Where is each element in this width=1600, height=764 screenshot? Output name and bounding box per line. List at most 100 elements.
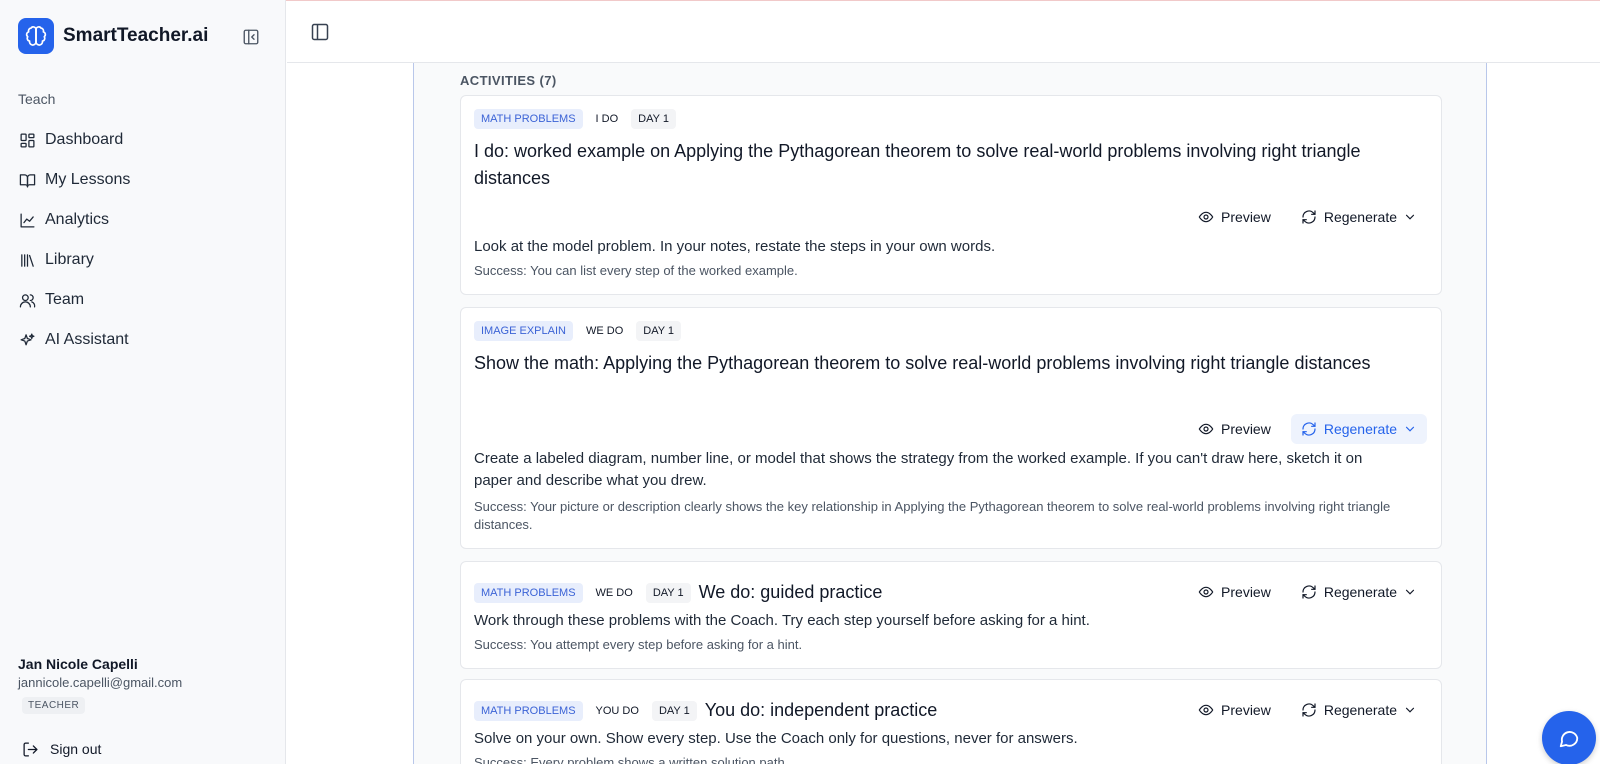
lesson-card: ACTIVITIES (7) MATH PROBLEMS I DO DAY 1 … bbox=[413, 63, 1487, 764]
activity-title: I do: worked example on Applying the Pyt… bbox=[474, 141, 1361, 188]
activity-tags: IMAGE EXPLAIN WE DO DAY 1 bbox=[474, 321, 687, 341]
chevron-down-icon bbox=[1403, 585, 1417, 599]
activity-actions: Preview Regenerate bbox=[1188, 414, 1427, 444]
sidebar-collapse-icon bbox=[243, 29, 259, 45]
preview-label: Preview bbox=[1221, 584, 1271, 600]
preview-button[interactable]: Preview bbox=[1188, 414, 1281, 444]
activity-card: MATH PROBLEMS I DO DAY 1 I do: worked ex… bbox=[460, 95, 1442, 295]
regenerate-button[interactable]: Regenerate bbox=[1291, 202, 1427, 232]
dashboard-icon bbox=[18, 131, 36, 149]
activity-actions: Preview Regenerate bbox=[1188, 695, 1427, 725]
chat-bubble-icon bbox=[1559, 731, 1579, 748]
eye-icon bbox=[1198, 702, 1214, 718]
top-header bbox=[287, 1, 1600, 63]
preview-label: Preview bbox=[1221, 421, 1271, 437]
chevron-down-icon bbox=[1403, 703, 1417, 717]
sidebar-item-analytics[interactable]: Analytics bbox=[18, 200, 268, 240]
activity-success: Success: You can list every step of the … bbox=[474, 263, 798, 278]
activities-heading: ACTIVITIES (7) bbox=[460, 73, 557, 88]
sidebar-item-ai-assistant[interactable]: AI Assistant bbox=[18, 320, 268, 360]
activity-actions: Preview Regenerate bbox=[1188, 577, 1427, 607]
activity-description: Look at the model problem. In your notes… bbox=[474, 238, 996, 255]
sidebar-item-label: Team bbox=[45, 291, 85, 308]
toggle-panel-button[interactable] bbox=[310, 22, 330, 42]
brand[interactable]: SmartTeacher.ai bbox=[18, 18, 208, 54]
activity-type-tag: IMAGE EXPLAIN bbox=[474, 321, 573, 341]
activity-card: IMAGE EXPLAIN WE DO DAY 1 Show the math:… bbox=[460, 307, 1442, 549]
user-profile: Jan Nicole Capelli jannicole.capelli@gma… bbox=[18, 656, 182, 714]
sidebar-item-label: Analytics bbox=[45, 211, 110, 228]
regenerate-button[interactable]: Regenerate bbox=[1291, 577, 1427, 607]
sidebar-item-my-lessons[interactable]: My Lessons bbox=[18, 160, 268, 200]
collapse-sidebar-button[interactable] bbox=[241, 27, 261, 47]
chat-button[interactable] bbox=[1542, 711, 1596, 764]
panel-toggle-icon bbox=[311, 23, 329, 41]
regenerate-button[interactable]: Regenerate bbox=[1291, 695, 1427, 725]
activity-tags: MATH PROBLEMS YOU DO DAY 1 You do: indep… bbox=[474, 697, 937, 724]
activity-actions: Preview Regenerate bbox=[1188, 202, 1427, 232]
activity-tags: MATH PROBLEMS I DO DAY 1 bbox=[474, 109, 682, 129]
chevron-down-icon bbox=[1403, 210, 1417, 224]
brain-logo-icon bbox=[18, 18, 54, 54]
activity-mode-tag: WE DO bbox=[595, 586, 633, 599]
library-icon bbox=[18, 251, 36, 269]
sign-out-label: Sign out bbox=[50, 741, 102, 757]
refresh-icon bbox=[1301, 584, 1317, 600]
activity-mode-tag: I DO bbox=[595, 113, 619, 125]
book-icon bbox=[18, 171, 36, 189]
sparkles-icon bbox=[18, 331, 36, 349]
chevron-down-icon bbox=[1403, 422, 1417, 436]
activity-type-tag: MATH PROBLEMS bbox=[474, 582, 583, 603]
role-badge: TEACHER bbox=[22, 697, 86, 714]
regenerate-label: Regenerate bbox=[1323, 584, 1397, 600]
activity-success: Success: You attempt every step before a… bbox=[474, 637, 803, 652]
preview-button[interactable]: Preview bbox=[1188, 695, 1281, 725]
users-icon bbox=[18, 291, 36, 309]
activity-day-tag: DAY 1 bbox=[636, 321, 682, 341]
app-name: SmartTeacher.ai bbox=[63, 25, 209, 46]
eye-icon bbox=[1198, 209, 1214, 225]
activity-description: Work through these problems with the Coa… bbox=[474, 612, 1090, 629]
regenerate-label: Regenerate bbox=[1323, 421, 1397, 437]
eye-icon bbox=[1198, 584, 1214, 600]
sidebar-item-library[interactable]: Library bbox=[18, 240, 268, 280]
activity-title: We do: guided practice bbox=[698, 582, 883, 602]
sidebar-item-label: Dashboard bbox=[45, 131, 124, 148]
regenerate-label: Regenerate bbox=[1323, 209, 1397, 225]
refresh-icon bbox=[1301, 209, 1317, 225]
preview-button[interactable]: Preview bbox=[1188, 202, 1281, 232]
activity-title: Show the math: Applying the Pythagorean … bbox=[474, 353, 1371, 373]
sign-out-icon bbox=[22, 740, 40, 758]
activity-type-tag: MATH PROBLEMS bbox=[474, 109, 583, 129]
regenerate-button[interactable]: Regenerate bbox=[1290, 414, 1427, 444]
preview-label: Preview bbox=[1221, 702, 1271, 718]
activity-type-tag: MATH PROBLEMS bbox=[474, 700, 583, 721]
activity-tags: MATH PROBLEMS WE DO DAY 1 We do: guided … bbox=[474, 579, 882, 606]
sidebar: SmartTeacher.ai Teach Dashboard My Lesso… bbox=[0, 0, 286, 764]
user-email: jannicole.capelli@gmail.com bbox=[18, 675, 183, 690]
sign-out-button[interactable]: Sign out bbox=[22, 740, 101, 758]
activity-description: Solve on your own. Show every step. Use … bbox=[474, 730, 1078, 747]
sidebar-item-label: Library bbox=[45, 251, 94, 268]
user-name: Jan Nicole Capelli bbox=[18, 656, 138, 672]
refresh-icon bbox=[1301, 702, 1317, 718]
sidebar-item-dashboard[interactable]: Dashboard bbox=[18, 120, 268, 160]
activity-mode-tag: WE DO bbox=[585, 325, 624, 337]
sidebar-item-label: My Lessons bbox=[45, 171, 131, 188]
main-content: ACTIVITIES (7) MATH PROBLEMS I DO DAY 1 … bbox=[287, 63, 1600, 764]
activity-day-tag: DAY 1 bbox=[631, 109, 676, 129]
activity-card: MATH PROBLEMS WE DO DAY 1 We do: guided … bbox=[460, 561, 1442, 669]
preview-button[interactable]: Preview bbox=[1188, 577, 1281, 607]
activity-description: Create a labeled diagram, number line, o… bbox=[474, 450, 1363, 489]
chart-line-icon bbox=[18, 211, 36, 229]
sidebar-item-team[interactable]: Team bbox=[18, 280, 268, 320]
eye-icon bbox=[1198, 421, 1214, 437]
nav-section-label: Teach bbox=[18, 91, 56, 107]
activity-card: MATH PROBLEMS YOU DO DAY 1 You do: indep… bbox=[460, 679, 1442, 764]
activity-day-tag: DAY 1 bbox=[651, 700, 697, 721]
sidebar-nav: Dashboard My Lessons Analytics Library T… bbox=[18, 120, 268, 360]
refresh-icon bbox=[1301, 421, 1317, 437]
activity-mode-tag: YOU DO bbox=[595, 704, 639, 717]
activity-day-tag: DAY 1 bbox=[645, 582, 691, 603]
regenerate-label: Regenerate bbox=[1323, 702, 1397, 718]
